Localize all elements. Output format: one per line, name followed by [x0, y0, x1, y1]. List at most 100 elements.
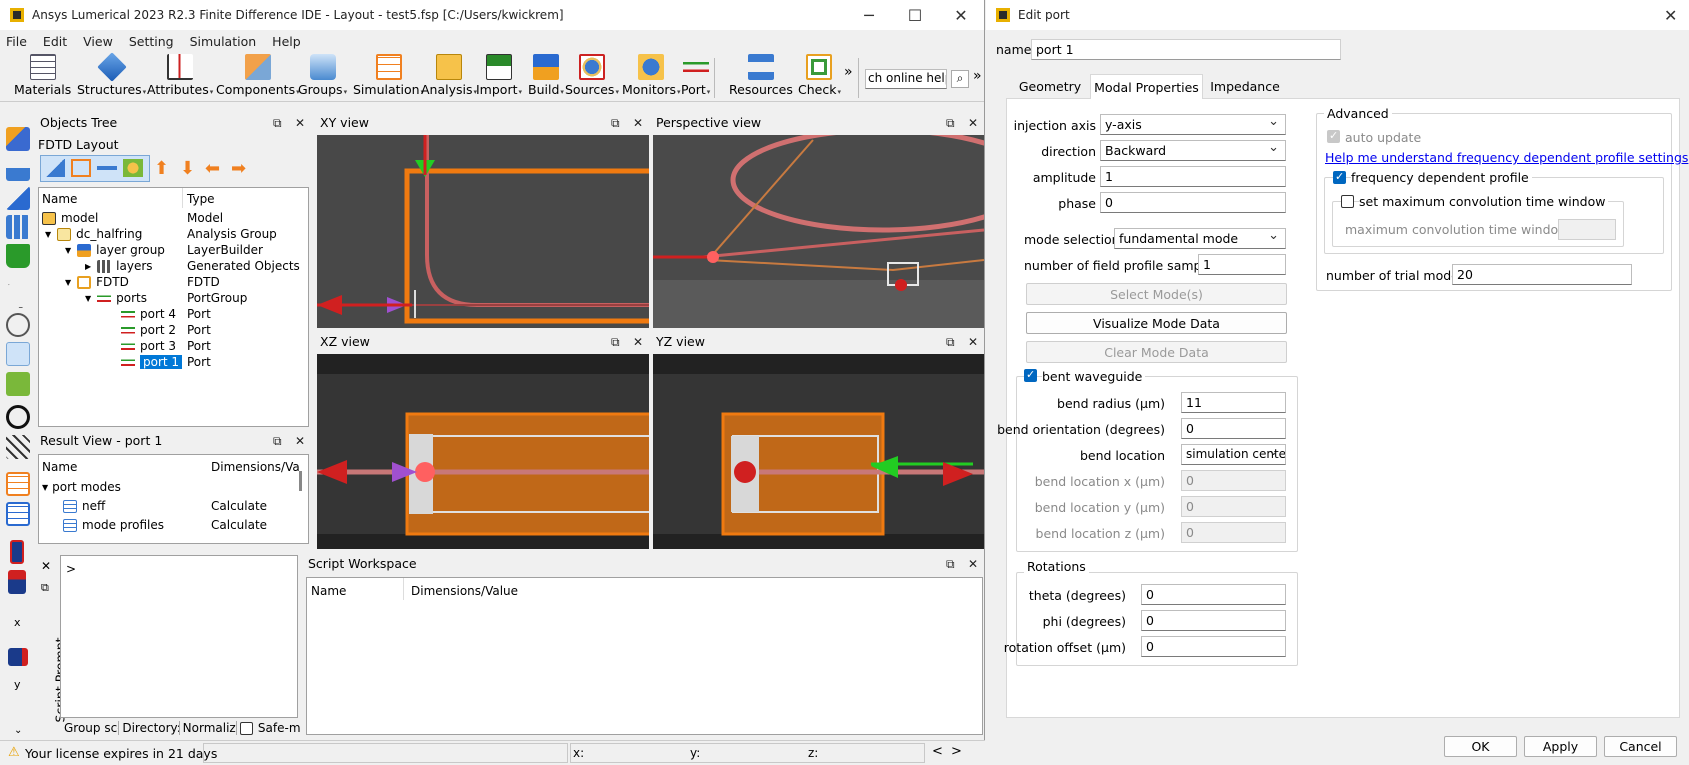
tree-row-layers[interactable]: ▶ layers	[85, 258, 153, 274]
move-up-icon[interactable]: ⬆	[154, 158, 169, 179]
safe-mode-checkbox[interactable]	[240, 721, 253, 735]
add-monitor-icon[interactable]	[97, 159, 117, 177]
yz-view-canvas[interactable]	[653, 354, 984, 549]
mesh-icon[interactable]	[6, 472, 30, 496]
edit-pen-icon[interactable]	[6, 127, 30, 151]
mode-selection-select[interactable]: fundamental mode	[1114, 228, 1286, 249]
grid-icon[interactable]	[6, 435, 30, 459]
field-profile-samples-input[interactable]: 1	[1198, 254, 1286, 275]
cancel-button[interactable]: Cancel	[1604, 736, 1677, 757]
script-prompt-input[interactable]: >	[60, 555, 298, 718]
bend-location-select[interactable]: simulation center	[1181, 444, 1286, 465]
tree-row-port-3[interactable]: port 3	[121, 338, 176, 354]
toolbar-port-button[interactable]: Port	[681, 54, 710, 100]
maximize-icon[interactable]: ☐	[892, 0, 938, 30]
close-panel-icon[interactable]: ✕	[968, 335, 978, 349]
set-max-convolution-checkbox[interactable]	[1341, 195, 1354, 208]
x-axis-icon[interactable]	[8, 570, 26, 594]
perspective-view-canvas[interactable]	[653, 135, 984, 328]
search-icon[interactable]: ⌕	[951, 70, 969, 88]
tree-row-port-1[interactable]: port 1	[121, 354, 183, 370]
toolbar-import-button[interactable]: Import	[476, 54, 522, 100]
pointer-icon[interactable]	[8, 284, 28, 308]
injection-axis-select[interactable]: y-axis	[1100, 114, 1286, 135]
toolbar-monitors-button[interactable]: Monitors	[622, 54, 681, 100]
bend-location-y-input[interactable]: 0	[1181, 496, 1286, 517]
float-panel-icon[interactable]: ⧉	[273, 116, 282, 131]
toolbar-materials-button[interactable]: Materials	[14, 54, 72, 100]
xy-view-canvas[interactable]	[317, 135, 649, 328]
bent-waveguide-checkbox[interactable]	[1024, 368, 1037, 382]
prism-icon[interactable]	[6, 186, 30, 210]
clear-mode-data-button[interactable]: Clear Mode Data	[1026, 341, 1287, 363]
move-down-icon[interactable]: ⬇	[180, 158, 195, 179]
menu-simulation[interactable]: Simulation	[190, 34, 257, 49]
move-icon[interactable]	[6, 342, 30, 366]
direction-select[interactable]: Backward	[1100, 140, 1286, 161]
trash-icon[interactable]	[6, 244, 30, 268]
frequency-dependent-profile-checkbox[interactable]	[1333, 170, 1346, 184]
ruler-icon[interactable]	[6, 372, 30, 396]
trial-modes-input[interactable]: 20	[1452, 264, 1632, 285]
auto-update-checkbox[interactable]	[1327, 129, 1340, 143]
toolbar-sources-button[interactable]: Sources	[565, 54, 619, 100]
tree-row-dc-halfring[interactable]: ▼ dc_halfring	[45, 226, 142, 242]
close-panel-icon[interactable]: ✕	[633, 335, 643, 349]
close-panel-icon[interactable]: ✕	[968, 557, 978, 571]
tab-impedance[interactable]: Impedance	[1203, 74, 1287, 98]
status-prev-icon[interactable]: <	[932, 744, 943, 759]
tree-row-fdtd[interactable]: ▼ FDTD	[65, 274, 129, 290]
float-panel-icon[interactable]: ⧉	[946, 557, 955, 572]
theta-input[interactable]: 0	[1141, 584, 1286, 605]
toolbar-build-button[interactable]: Build	[528, 54, 564, 100]
amplitude-input[interactable]: 1	[1100, 166, 1286, 187]
apply-button[interactable]: Apply	[1524, 736, 1597, 757]
float-panel-icon[interactable]: ⧉	[611, 335, 620, 350]
frequency-profile-help-link[interactable]: Help me understand frequency dependent p…	[1325, 150, 1688, 165]
add-mesh-icon[interactable]	[71, 159, 91, 177]
expand-arrow-icon[interactable]: ▼	[85, 294, 91, 303]
select-modes-button[interactable]: Select Mode(s)	[1026, 283, 1287, 305]
toolbar-resources-button[interactable]: Resources	[729, 54, 794, 100]
rotation-offset-input[interactable]: 0	[1141, 636, 1286, 657]
add-source-icon[interactable]	[123, 159, 143, 177]
bend-radius-input[interactable]: 11	[1181, 392, 1286, 413]
magnifier-icon[interactable]	[6, 405, 30, 429]
expand-arrow-icon[interactable]: ▼	[45, 230, 51, 239]
tree-row-port-2[interactable]: port 2	[121, 322, 176, 338]
status-next-icon[interactable]: >	[951, 744, 962, 759]
result-group-port-modes[interactable]: ▼ port modes	[42, 479, 121, 495]
calculator-icon[interactable]	[6, 502, 30, 526]
close-icon[interactable]: ✕	[1664, 6, 1677, 25]
tree-row-ports[interactable]: ▼ ports	[85, 290, 147, 306]
close-panel-icon[interactable]: ✕	[41, 559, 51, 573]
name-input[interactable]: port 1	[1031, 39, 1341, 60]
tab-geometry[interactable]: Geometry	[1010, 74, 1090, 98]
move-right-icon[interactable]: ➡	[231, 158, 246, 179]
menu-view[interactable]: View	[83, 34, 113, 49]
move-left-icon[interactable]: ⬅	[205, 158, 220, 179]
close-panel-icon[interactable]: ✕	[295, 116, 305, 130]
bend-orientation-input[interactable]: 0	[1181, 418, 1286, 439]
array-icon[interactable]	[6, 215, 30, 239]
toolbar-check-button[interactable]: Check	[798, 54, 841, 100]
toolbar-attributes-button[interactable]: Attributes	[147, 54, 213, 100]
float-panel-icon[interactable]: ⧉	[41, 581, 49, 595]
close-panel-icon[interactable]: ✕	[633, 116, 643, 130]
ok-button[interactable]: OK	[1444, 736, 1517, 757]
toolbar-analysis-button[interactable]: Analysis	[421, 54, 477, 100]
menu-help[interactable]: Help	[272, 34, 301, 49]
float-panel-icon[interactable]: ⧉	[946, 116, 955, 131]
x-slice-icon[interactable]	[10, 540, 24, 564]
expand-arrow-icon[interactable]: ▼	[65, 278, 71, 287]
triangles-icon[interactable]	[6, 157, 30, 181]
close-panel-icon[interactable]: ✕	[968, 116, 978, 130]
result-row-mode-profiles[interactable]: mode profiles	[63, 517, 164, 533]
expand-arrow-icon[interactable]: ▼	[65, 246, 71, 255]
max-convolution-input[interactable]	[1558, 219, 1616, 240]
scrollbar-thumb[interactable]	[299, 471, 302, 491]
toolbar-simulation-button[interactable]: Simulation	[353, 54, 424, 100]
phi-input[interactable]: 0	[1141, 610, 1286, 631]
close-panel-icon[interactable]: ✕	[295, 434, 305, 448]
xz-view-canvas[interactable]	[317, 354, 649, 549]
